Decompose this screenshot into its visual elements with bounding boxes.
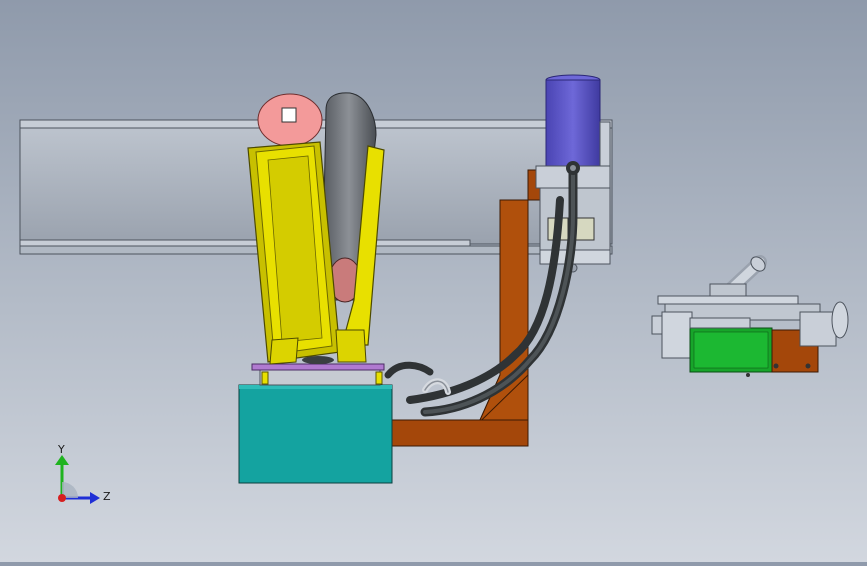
robot-base[interactable] — [238, 356, 393, 484]
x-axis-dot — [58, 494, 66, 502]
axis-triad: Y Z — [55, 443, 111, 504]
gripper-assembly[interactable] — [651, 254, 849, 377]
z-axis-arrowhead — [90, 492, 100, 504]
robot-arm[interactable] — [247, 92, 385, 365]
cad-model-canvas[interactable]: Y Z — [0, 0, 867, 562]
z-axis-label: Z — [103, 490, 111, 503]
y-axis-arrowhead — [55, 455, 69, 465]
y-axis-label: Y — [57, 443, 65, 456]
cad-viewport[interactable]: Y Z — [0, 0, 867, 562]
